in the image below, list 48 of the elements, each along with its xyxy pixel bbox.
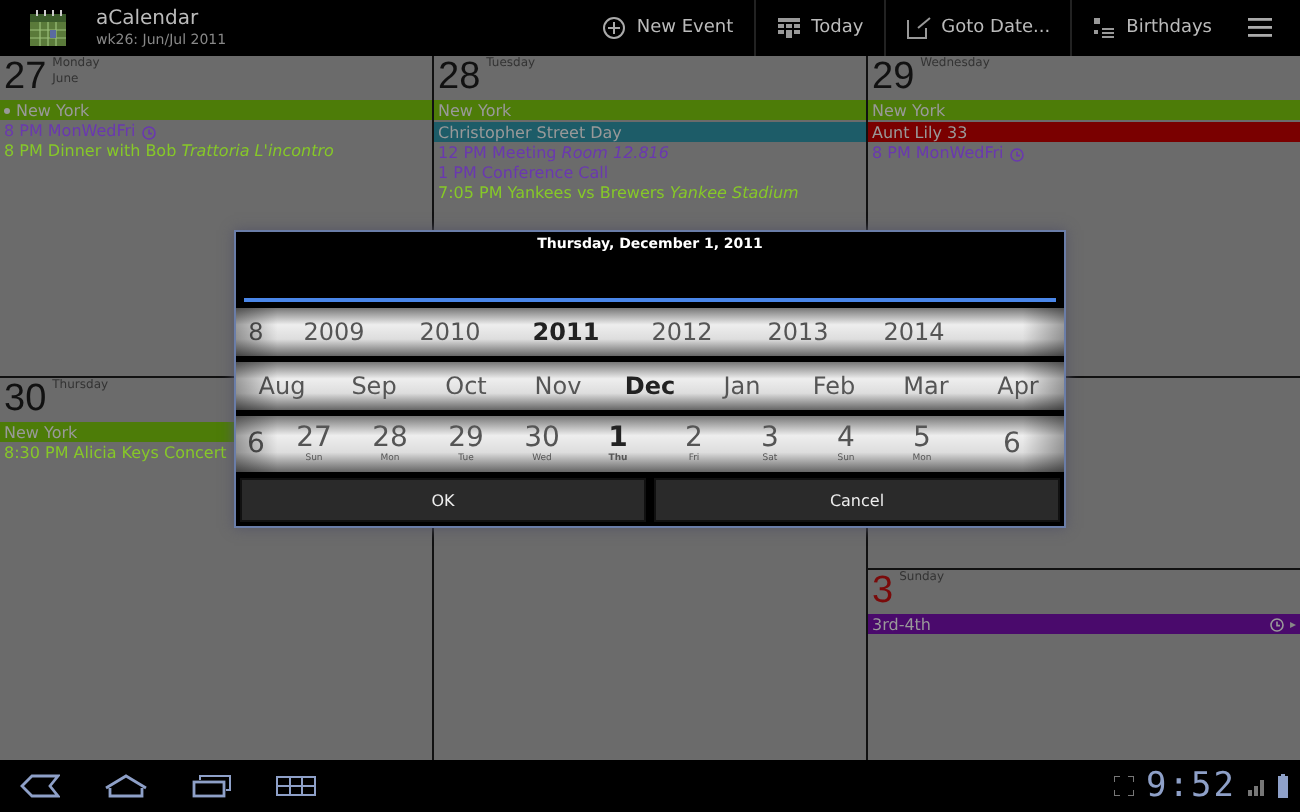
year-option[interactable]: 2014	[856, 319, 972, 345]
menu-icon[interactable]	[1248, 18, 1272, 38]
month-option[interactable]: Aug	[236, 373, 328, 399]
day-number: 27	[4, 56, 47, 98]
year-option[interactable]: 8	[236, 319, 276, 345]
month-option[interactable]: Sep	[328, 373, 420, 399]
month-option[interactable]: Oct	[420, 373, 512, 399]
year-option[interactable]: 2013	[740, 319, 856, 345]
back-icon[interactable]	[20, 774, 60, 798]
year-option[interactable]: 2010	[392, 319, 508, 345]
day-number: 3	[761, 424, 779, 454]
fullscreen-icon[interactable]	[1114, 776, 1135, 796]
dialog-button[interactable]: OK	[240, 478, 646, 522]
day-number: 5	[913, 424, 931, 454]
list-icon	[1092, 16, 1117, 40]
year-option[interactable]: 2012	[624, 319, 740, 345]
month-option[interactable]: Dec	[604, 373, 696, 399]
day-number: 1	[608, 424, 628, 454]
app-logo-icon	[28, 8, 68, 48]
day-number: 29	[448, 424, 484, 454]
day-number: 2	[685, 424, 703, 454]
day-number: 29	[872, 56, 915, 98]
all-day-event-bar[interactable]: Aunt Lily 33	[868, 122, 1300, 142]
edit-note-icon	[905, 16, 932, 40]
grid-icon[interactable]	[276, 776, 316, 796]
month-option[interactable]: Feb	[788, 373, 880, 399]
home-icon[interactable]	[104, 774, 148, 798]
calendar-icon	[775, 16, 802, 40]
day-number: 3	[872, 570, 894, 612]
day-number: 30	[524, 424, 560, 454]
recent-apps-icon[interactable]	[192, 774, 232, 798]
day-number: 28	[438, 56, 481, 98]
month-option[interactable]: Apr	[972, 373, 1064, 399]
action-button[interactable]: New Event	[582, 0, 754, 56]
battery-icon	[1278, 774, 1288, 798]
dialog-button[interactable]: Cancel	[654, 478, 1060, 522]
day-option[interactable]: 6	[960, 429, 1064, 459]
app-title: aCalendar	[96, 7, 201, 31]
year-option[interactable]: 2011	[508, 319, 624, 345]
signal-icon	[1248, 776, 1266, 796]
day-number: 30	[4, 378, 47, 420]
add-icon	[602, 16, 627, 40]
month-option[interactable]: Nov	[512, 373, 604, 399]
month-option[interactable]: Mar	[880, 373, 972, 399]
clock-time: 9:52	[1146, 766, 1236, 806]
year-option[interactable]: 2009	[276, 319, 392, 345]
month-option[interactable]: Jan	[696, 373, 788, 399]
day-number: 4	[837, 424, 855, 454]
